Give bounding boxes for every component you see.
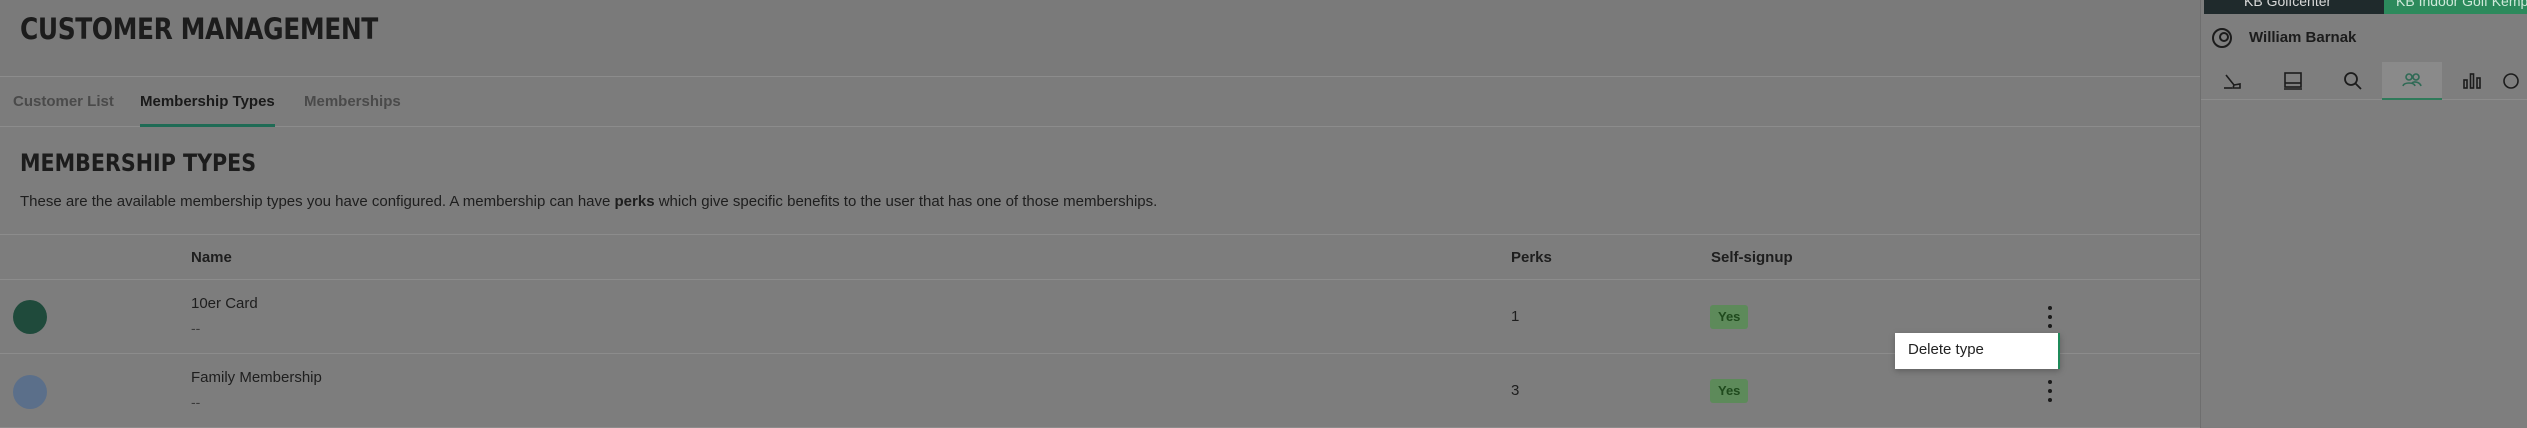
row-context-menu: Delete type — [1895, 333, 2060, 369]
desc-text-1: These are the available membership types… — [20, 193, 615, 210]
right-panel: KB Golfcenter KB Indoor Golf Kemp Willia… — [2200, 0, 2527, 428]
membership-subtitle: -- — [191, 394, 201, 410]
delete-type-menu-item[interactable]: Delete type — [1908, 333, 1984, 369]
row-actions-menu-button[interactable] — [2040, 377, 2060, 405]
perks-count: 1 — [1511, 308, 1520, 325]
row-actions-menu-button[interactable] — [2040, 303, 2060, 331]
customers-icon[interactable] — [2382, 62, 2442, 100]
perks-count: 3 — [1511, 382, 1520, 399]
page-title: CUSTOMER MANAGEMENT — [20, 12, 378, 46]
stats-icon[interactable] — [2442, 62, 2502, 100]
desc-text-2: which give specific benefits to the user… — [654, 193, 1158, 210]
membership-name: 10er Card — [191, 295, 258, 312]
venue-tab-1[interactable]: KB Golfcenter — [2204, 0, 2384, 14]
screen-icon[interactable] — [2263, 62, 2323, 100]
column-header-perks: Perks — [1511, 249, 1552, 266]
section-title: MEMBERSHIP TYPES — [20, 149, 257, 177]
more-icon[interactable] — [2497, 62, 2527, 100]
venue-tabs: KB Golfcenter KB Indoor Golf Kemp — [2201, 0, 2527, 14]
venue-tab-2[interactable]: KB Indoor Golf Kemp — [2384, 0, 2527, 14]
membership-name: Family Membership — [191, 369, 322, 386]
column-header-self-signup: Self-signup — [1711, 249, 1793, 266]
section-description: These are the available membership types… — [20, 193, 1157, 210]
table-row[interactable]: Family Membership -- 3 Yes — [0, 354, 2200, 428]
golf-icon[interactable] — [2203, 62, 2263, 100]
user-row[interactable]: William Barnak — [2201, 24, 2527, 52]
membership-subtitle: -- — [191, 320, 201, 336]
table-row[interactable]: 10er Card -- 1 Yes — [0, 280, 2200, 354]
tab-bar: Customer List Membership Types Membershi… — [0, 77, 2200, 127]
color-indicator — [13, 375, 47, 409]
self-signup-badge: Yes — [1710, 305, 1749, 329]
search-icon[interactable] — [2323, 62, 2383, 100]
membership-types-section: MEMBERSHIP TYPES These are the available… — [0, 127, 2200, 235]
self-signup-badge: Yes — [1710, 379, 1749, 403]
tab-customer-list[interactable]: Customer List — [13, 77, 114, 127]
desc-text-bold: perks — [614, 193, 655, 210]
tab-memberships[interactable]: Memberships — [304, 77, 401, 127]
user-name: William Barnak — [2249, 29, 2357, 46]
panel-icon-bar — [2201, 62, 2527, 100]
main-content: CUSTOMER MANAGEMENT Customer List Member… — [0, 0, 2200, 428]
user-icon — [2212, 28, 2232, 48]
color-indicator — [13, 300, 47, 334]
column-header-name: Name — [191, 249, 232, 266]
table-header: Name Perks Self-signup — [0, 235, 2200, 280]
tab-membership-types[interactable]: Membership Types — [140, 77, 275, 127]
